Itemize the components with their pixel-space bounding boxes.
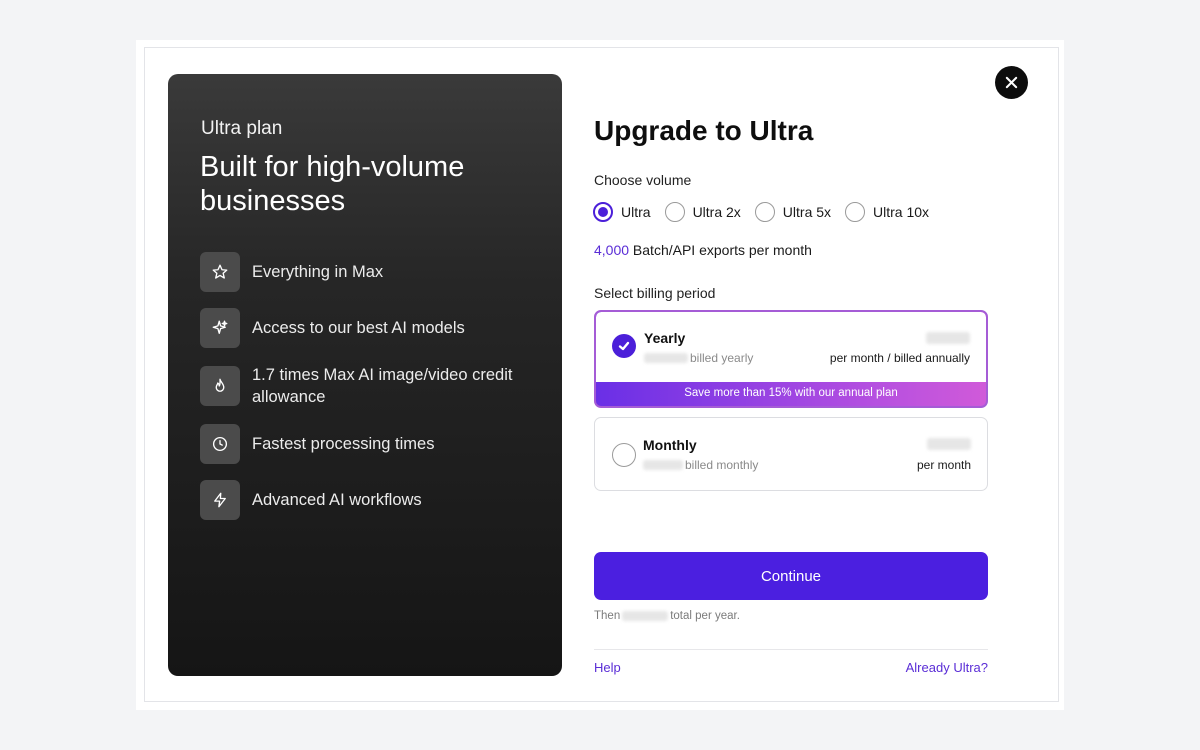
feature-item: Everything in Max [200,252,550,292]
radio-unselected[interactable] [845,202,866,222]
yearly-per: per month / billed annually [829,351,970,365]
exports-count: 4,000 [594,242,630,258]
radio-label: Ultra 2x [692,204,741,220]
feature-list: Everything in Max Access to our best AI … [200,252,550,536]
feature-item: Fastest processing times [200,424,550,464]
monthly-name: Monthly [643,437,697,453]
radio-unselected[interactable] [754,202,775,222]
yearly-name: Yearly [644,330,686,346]
radio-label: Ultra 10x [873,204,930,220]
continue-button[interactable]: Continue [594,552,988,600]
feature-text: Fastest processing times [252,435,435,453]
help-link[interactable]: Help [594,660,621,675]
plan-name: Ultra plan [201,118,283,139]
star-icon [200,252,240,292]
yearly-billed: billed yearly [644,351,753,365]
yearly-card-body: Yearly billed yearly per month / billed … [596,312,986,382]
redacted-total [622,611,669,621]
feature-text: Advanced AI workflows [252,491,422,509]
plan-headline: Built for high-volume businesses [200,151,465,217]
checkmark-icon [612,334,636,358]
volume-option-ultra-5x[interactable]: Ultra 5x [754,202,832,222]
monthly-per: per month [916,458,971,472]
feature-text: 1.7 times Max AI image/video credit allo… [252,366,513,406]
radio-selected[interactable] [593,202,613,222]
redacted-monthly-price [927,438,971,450]
feature-item: 1.7 times Max AI image/video credit allo… [200,364,550,408]
dialog-title: Upgrade to Ultra [594,115,814,146]
divider [594,649,988,650]
radio-unselected[interactable] [612,443,636,467]
billing-option-yearly[interactable]: Yearly billed yearly per month / billed … [594,310,988,408]
exports-text: Batch/API exports per month [629,242,812,258]
volume-option-ultra-10x[interactable]: Ultra 10x [845,202,929,222]
radio-label: Ultra 5x [782,204,832,220]
flame-icon [200,366,240,406]
exports-info: 4,000 Batch/API exports per month [594,242,812,258]
feature-text: Access to our best AI models [252,319,465,337]
then-prefix: Then [594,610,621,622]
yearly-billed-text: billed yearly [690,351,754,365]
feature-item: Access to our best AI models [200,308,550,348]
volume-radio-group: Ultra Ultra 2x Ultra 5x Ultra 10x [593,202,943,222]
save-banner: Save more than 15% with our annual plan [684,387,898,399]
radio-unselected[interactable] [664,202,685,222]
feature-item: Advanced AI workflows [200,480,550,520]
redacted-price [644,353,688,363]
feature-text: Everything in Max [252,263,384,281]
volume-option-ultra[interactable]: Ultra [593,202,651,222]
clock-icon [200,424,240,464]
radio-label: Ultra [621,204,651,220]
total-note: Then total per year. [594,610,740,622]
upgrade-dialog: Ultra plan Built for high-volume busines… [144,47,1059,702]
redacted-price [643,460,683,470]
billing-label: Select billing period [594,285,716,301]
already-ultra-link[interactable]: Already Ultra? [898,660,988,675]
billing-option-monthly[interactable]: Monthly billed monthly per month [594,417,988,491]
redacted-monthly-price [926,332,970,344]
monthly-billed: billed monthly [643,458,758,472]
close-icon [1005,76,1018,89]
volume-label: Choose volume [594,172,692,188]
sparkle-icon [200,308,240,348]
monthly-billed-text: billed monthly [685,458,759,472]
then-suffix: total per year. [670,610,740,622]
volume-option-ultra-2x[interactable]: Ultra 2x [664,202,741,222]
lightning-icon [200,480,240,520]
plan-info-panel: Ultra plan Built for high-volume busines… [168,74,562,676]
close-button[interactable] [995,66,1028,99]
